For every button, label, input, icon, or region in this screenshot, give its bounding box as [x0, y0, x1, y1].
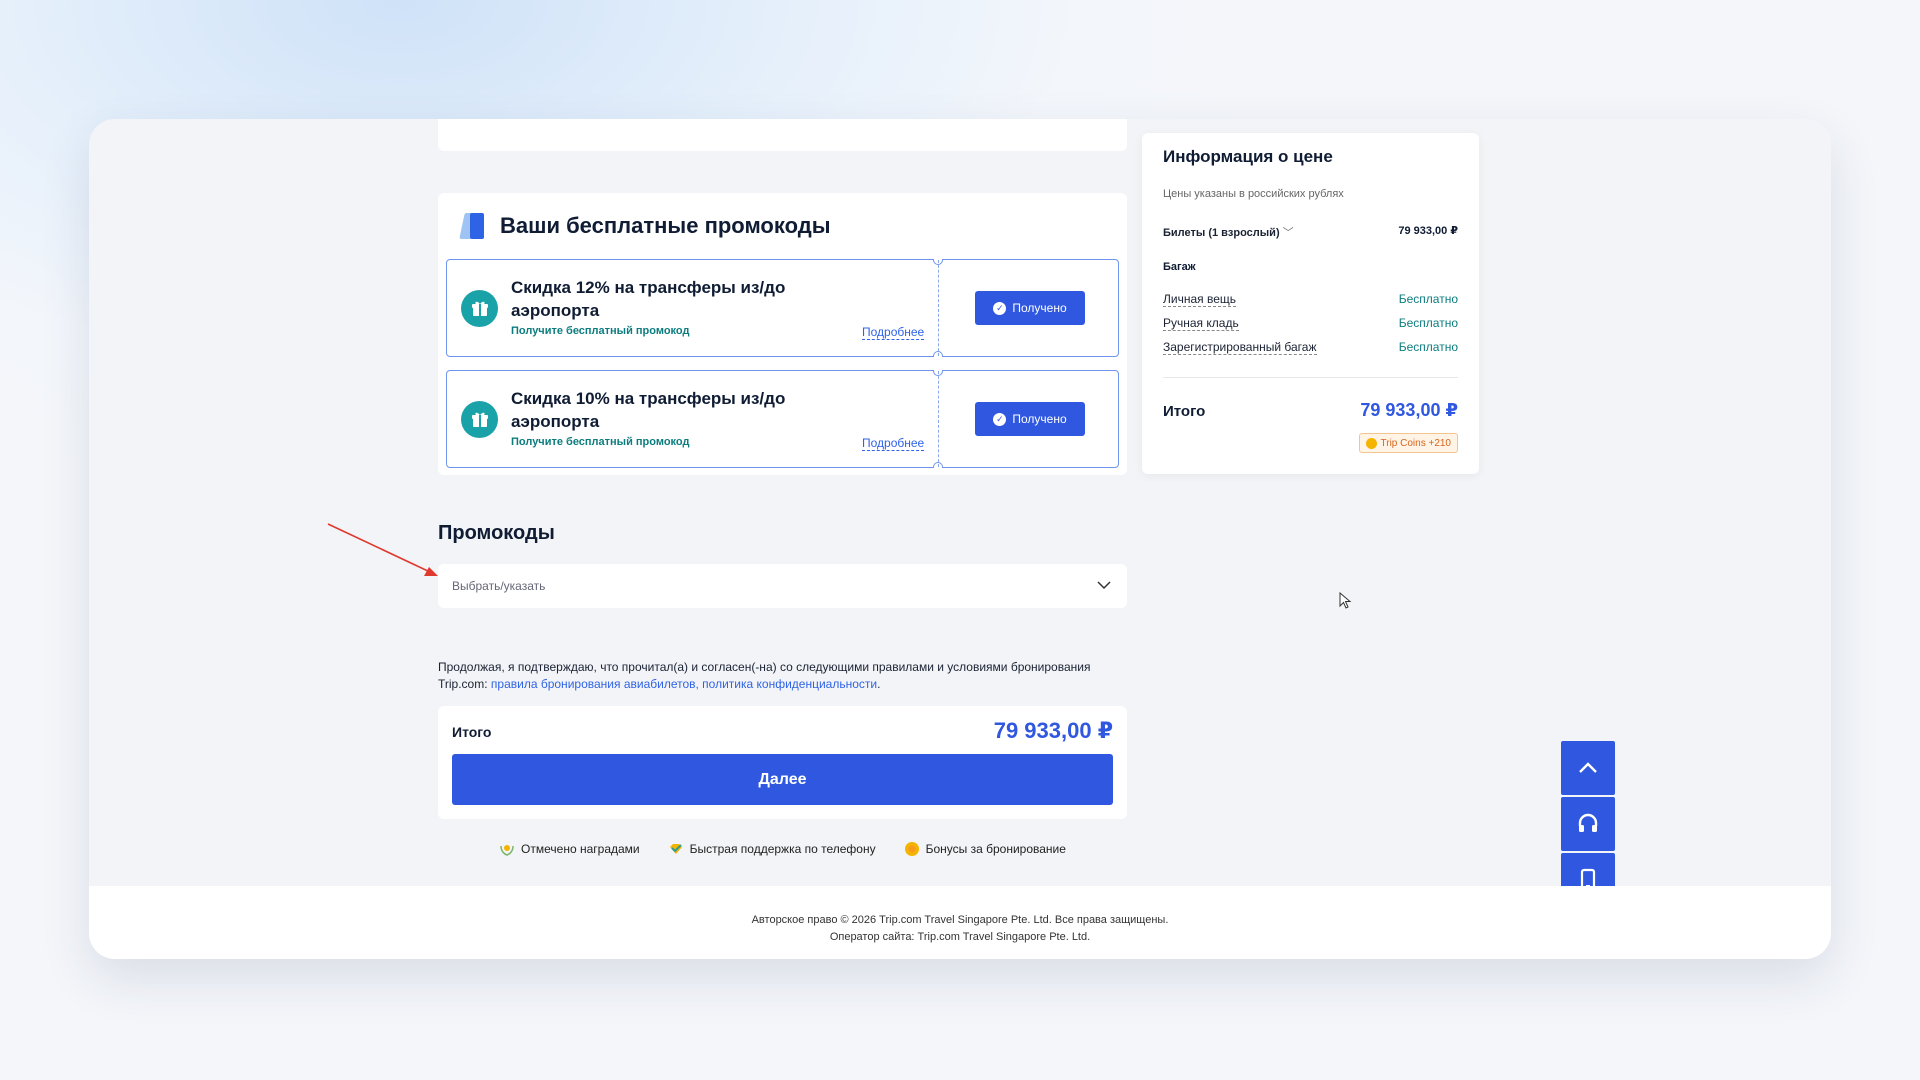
free-promocodes-card: Ваши бесплатные промокоды Скидка 12% на … — [438, 193, 1127, 475]
total-card: Итого 79 933,00 ₽ Далее — [438, 706, 1127, 819]
price-info-card: Информация о цене Цены указаны в российс… — [1142, 133, 1479, 474]
free-promocodes-title: Ваши бесплатные промокоды — [500, 213, 831, 238]
baggage-row: Личная вещь Бесплатно — [1163, 292, 1458, 307]
baggage-title-row: Багаж — [1163, 261, 1458, 273]
coupon-details-link[interactable]: Подробнее — [862, 325, 925, 340]
baggage-checked[interactable]: Зарегистрированный багаж — [1163, 340, 1317, 355]
price-total-value: 79 933,00 ₽ — [1360, 400, 1458, 420]
mouse-cursor-icon — [1339, 592, 1352, 609]
price-info-divider — [1163, 377, 1458, 378]
promocodes-title: Промокоды — [438, 522, 555, 544]
support-button[interactable] — [1561, 797, 1615, 851]
terms-links[interactable]: правила бронирования авиабилетов, полити… — [491, 677, 877, 691]
promocode-select-placeholder: Выбрать/указать — [452, 579, 546, 593]
free-promocodes-header: Ваши бесплатные промокоды — [456, 209, 830, 243]
coupon-subtitle: Получите бесплатный промокод — [511, 325, 690, 337]
chevron-down-icon — [1097, 581, 1111, 590]
badge-awards-label: Отмечено наградами — [521, 842, 640, 856]
price-info-title: Информация о цене — [1163, 147, 1333, 166]
promocode-select[interactable]: Выбрать/указать — [438, 564, 1127, 608]
scroll-top-button[interactable] — [1561, 741, 1615, 795]
baggage-row: Ручная кладь Бесплатно — [1163, 316, 1458, 331]
trust-badges: Отмечено наградами Быстрая поддержка по … — [438, 841, 1127, 857]
award-icon — [500, 845, 514, 856]
price-total-label: Итого — [1163, 403, 1206, 420]
gift-icon — [461, 401, 498, 438]
baggage-personal-item[interactable]: Личная вещь — [1163, 292, 1237, 307]
bonus-coin-icon — [904, 842, 919, 856]
badge-support-label: Быстрая поддержка по телефону — [689, 842, 876, 856]
previous-section-card — [438, 119, 1127, 151]
headset-icon — [1578, 813, 1598, 832]
baggage-row: Зарегистрированный багаж Бесплатно — [1163, 340, 1458, 355]
check-circle-icon: ✓ — [993, 301, 1007, 315]
footer: Авторское право © 2026 Trip.com Travel S… — [89, 886, 1831, 959]
badge-support: Быстрая поддержка по телефону — [668, 841, 876, 857]
coupon-received-button[interactable]: ✓ Получено — [975, 402, 1085, 436]
trip-coins-badge: Trip Coins +210 — [1358, 433, 1458, 453]
footer-copyright: Авторское право © 2026 Trip.com Travel S… — [751, 914, 1169, 926]
badge-bonus: Бонусы за бронирование — [904, 841, 1066, 857]
footer-operator: Оператор сайта: Trip.com Travel Singapor… — [829, 931, 1091, 943]
coupon-card: Скидка 12% на трансферы из/до аэропорта … — [446, 259, 1119, 357]
chevron-up-icon — [1579, 762, 1597, 773]
check-heart-icon — [669, 844, 682, 854]
trip-coins-label: Trip Coins +210 — [1380, 437, 1452, 449]
coin-icon — [1365, 437, 1377, 449]
next-button[interactable]: Далее — [452, 754, 1113, 805]
ticket-icon — [456, 209, 490, 243]
baggage-checked-value: Бесплатно — [1398, 340, 1458, 354]
tickets-value: 79 933,00 ₽ — [1398, 225, 1458, 237]
baggage-carry-on[interactable]: Ручная кладь — [1163, 316, 1239, 331]
coupon-subtitle: Получите бесплатный промокод — [511, 436, 690, 448]
gift-icon — [461, 290, 498, 327]
coupon-status-label: Получено — [1012, 412, 1067, 426]
total-label: Итого — [452, 724, 492, 740]
price-info-note: Цены указаны в российских рублях — [1163, 188, 1344, 200]
coupon-details-link[interactable]: Подробнее — [862, 436, 925, 451]
tickets-label-wrap: Билеты (1 взрослый) ﹀ — [1163, 224, 1294, 240]
badge-awards: Отмечено наградами — [499, 841, 640, 857]
baggage-carry-on-value: Бесплатно — [1398, 316, 1458, 330]
tickets-row[interactable]: Билеты (1 взрослый) ﹀ 79 933,00 ₽ — [1163, 224, 1458, 240]
coupon-title: Скидка 10% на трансферы из/до аэропорта — [511, 389, 786, 431]
tickets-label: Билеты (1 взрослый) — [1163, 227, 1280, 239]
baggage-title: Багаж — [1163, 261, 1196, 273]
coupon-title: Скидка 12% на трансферы из/до аэропорта — [511, 278, 786, 320]
coupon-card: Скидка 10% на трансферы из/до аэропорта … — [446, 370, 1119, 468]
coupon-received-button[interactable]: ✓ Получено — [975, 291, 1085, 325]
total-value: 79 933,00 ₽ — [993, 718, 1113, 743]
baggage-personal-item-value: Бесплатно — [1398, 292, 1458, 306]
browser-frame: Ваши бесплатные промокоды Скидка 12% на … — [89, 119, 1831, 959]
badge-bonus-label: Бонусы за бронирование — [925, 842, 1066, 856]
chevron-down-icon: ﹀ — [1282, 227, 1294, 239]
check-circle-icon: ✓ — [993, 412, 1007, 426]
terms-text: Продолжая, я подтверждаю, что прочитал(а… — [438, 659, 1127, 693]
coupon-status-label: Получено — [1012, 301, 1067, 315]
terms-end: . — [877, 677, 881, 691]
